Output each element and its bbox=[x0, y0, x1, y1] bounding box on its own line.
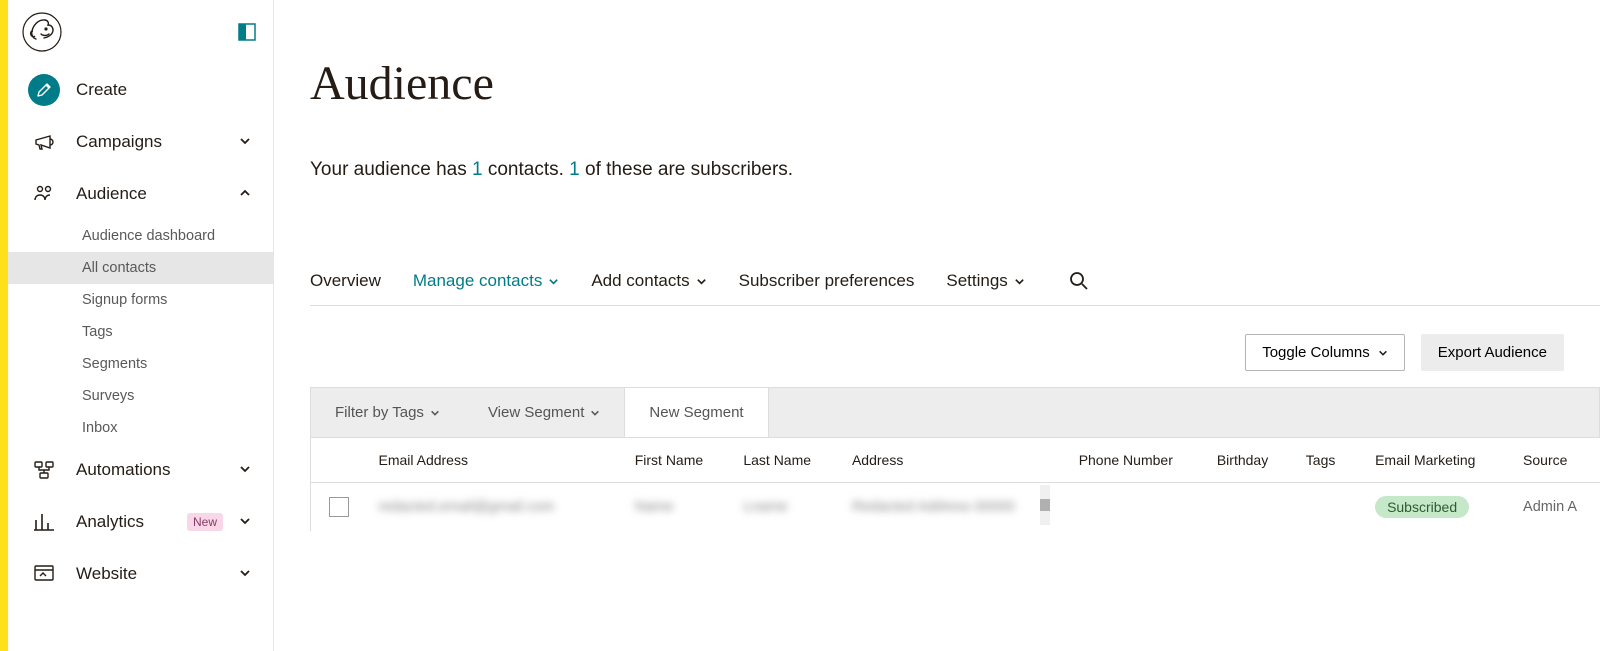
sidebar-item-label: Create bbox=[76, 80, 253, 100]
sidebar: Create Campaigns Audience Audience dashb… bbox=[8, 0, 274, 651]
new-badge: New bbox=[187, 513, 223, 531]
header-email[interactable]: Email Address bbox=[366, 452, 622, 468]
header-source[interactable]: Source bbox=[1511, 452, 1600, 468]
sidebar-item-create[interactable]: Create bbox=[8, 64, 273, 116]
megaphone-icon bbox=[28, 126, 60, 158]
contacts-count: 1 bbox=[472, 159, 483, 180]
cell-email-marketing: Subscribed bbox=[1363, 499, 1511, 516]
header-first-name[interactable]: First Name bbox=[623, 452, 732, 468]
chevron-down-icon bbox=[430, 408, 440, 418]
subscribers-count: 1 bbox=[569, 159, 580, 180]
chevron-down-icon bbox=[590, 408, 600, 418]
header-tags[interactable]: Tags bbox=[1294, 452, 1363, 468]
cell-first-name: Name bbox=[623, 499, 732, 515]
cell-email: redacted.email@gmail.com bbox=[366, 499, 622, 515]
sidebar-item-audience[interactable]: Audience bbox=[8, 168, 273, 220]
row-scrollbar[interactable] bbox=[1040, 485, 1050, 525]
sidebar-item-label: Automations bbox=[76, 460, 223, 480]
new-segment-button[interactable]: New Segment bbox=[624, 388, 768, 437]
chevron-down-icon bbox=[239, 135, 253, 149]
sidebar-item-label: Website bbox=[76, 564, 223, 584]
subnav-segments[interactable]: Segments bbox=[76, 348, 273, 380]
automations-icon bbox=[28, 454, 60, 486]
table-toolbar: Toggle Columns Export Audience bbox=[310, 306, 1600, 387]
analytics-icon bbox=[28, 506, 60, 538]
chevron-down-icon bbox=[239, 567, 253, 581]
sidebar-item-website[interactable]: Website bbox=[8, 548, 273, 600]
sidebar-header bbox=[8, 0, 273, 64]
search-button[interactable] bbox=[1069, 271, 1089, 291]
header-birthday[interactable]: Birthday bbox=[1205, 452, 1294, 468]
contacts-table: Email Address First Name Last Name Addre… bbox=[310, 438, 1600, 531]
table-row[interactable]: redacted.email@gmail.com Name Lname Reda… bbox=[311, 483, 1600, 531]
subnav-surveys[interactable]: Surveys bbox=[76, 380, 273, 412]
subnav-tags[interactable]: Tags bbox=[76, 316, 273, 348]
row-checkbox[interactable] bbox=[329, 497, 349, 517]
tab-manage-contacts[interactable]: Manage contacts bbox=[413, 271, 559, 291]
export-audience-button[interactable]: Export Audience bbox=[1421, 334, 1564, 371]
subnav-audience-dashboard[interactable]: Audience dashboard bbox=[76, 220, 273, 252]
audience-summary: Your audience has 1 contacts. 1 of these… bbox=[310, 159, 1600, 181]
toggle-columns-button[interactable]: Toggle Columns bbox=[1245, 334, 1405, 371]
sidebar-item-analytics[interactable]: Analytics New bbox=[8, 496, 273, 548]
audience-tabs: Overview Manage contacts Add contacts Su… bbox=[310, 271, 1600, 306]
header-email-marketing[interactable]: Email Marketing bbox=[1363, 452, 1511, 468]
cell-last-name: Lname bbox=[731, 499, 840, 515]
chevron-down-icon bbox=[548, 276, 559, 287]
chevron-up-icon bbox=[239, 187, 253, 201]
tab-subscriber-preferences[interactable]: Subscriber preferences bbox=[739, 271, 915, 291]
cell-address: Redacted Address 00000 bbox=[840, 499, 1067, 515]
tab-add-contacts[interactable]: Add contacts bbox=[591, 271, 706, 291]
chevron-down-icon bbox=[696, 276, 707, 287]
table-header-row: Email Address First Name Last Name Addre… bbox=[311, 438, 1600, 483]
view-segment[interactable]: View Segment bbox=[464, 388, 624, 437]
pencil-icon bbox=[28, 74, 60, 106]
sidebar-item-campaigns[interactable]: Campaigns bbox=[8, 116, 273, 168]
chevron-down-icon bbox=[1378, 348, 1388, 358]
website-icon bbox=[28, 558, 60, 590]
chevron-down-icon bbox=[239, 515, 253, 529]
tab-settings[interactable]: Settings bbox=[946, 271, 1024, 291]
subnav-inbox[interactable]: Inbox bbox=[76, 412, 273, 444]
chevron-down-icon bbox=[1014, 276, 1025, 287]
page-title: Audience bbox=[310, 56, 1600, 111]
filter-bar: Filter by Tags View Segment New Segment bbox=[310, 387, 1600, 438]
header-checkbox bbox=[311, 452, 366, 468]
chevron-down-icon bbox=[239, 463, 253, 477]
brand-accent-bar bbox=[0, 0, 8, 651]
header-address[interactable]: Address bbox=[840, 452, 1067, 468]
sidebar-item-automations[interactable]: Automations bbox=[8, 444, 273, 496]
cell-source: Admin A bbox=[1511, 499, 1600, 515]
subnav-all-contacts[interactable]: All contacts bbox=[8, 252, 273, 284]
sidebar-item-label: Audience bbox=[76, 184, 223, 204]
mailchimp-logo[interactable] bbox=[22, 12, 62, 52]
audience-subnav: Audience dashboard All contacts Signup f… bbox=[8, 220, 273, 444]
tab-overview[interactable]: Overview bbox=[310, 271, 381, 291]
subscribed-badge: Subscribed bbox=[1375, 496, 1469, 518]
subnav-signup-forms[interactable]: Signup forms bbox=[76, 284, 273, 316]
audience-icon bbox=[28, 178, 60, 210]
filter-by-tags[interactable]: Filter by Tags bbox=[311, 388, 464, 437]
sidebar-item-label: Analytics bbox=[76, 512, 163, 532]
search-icon bbox=[1069, 271, 1089, 291]
sidebar-item-label: Campaigns bbox=[76, 132, 223, 152]
header-last-name[interactable]: Last Name bbox=[731, 452, 840, 468]
main-content: Audience Your audience has 1 contacts. 1… bbox=[274, 0, 1600, 651]
sidebar-collapse-button[interactable] bbox=[237, 22, 257, 42]
header-phone[interactable]: Phone Number bbox=[1067, 452, 1205, 468]
